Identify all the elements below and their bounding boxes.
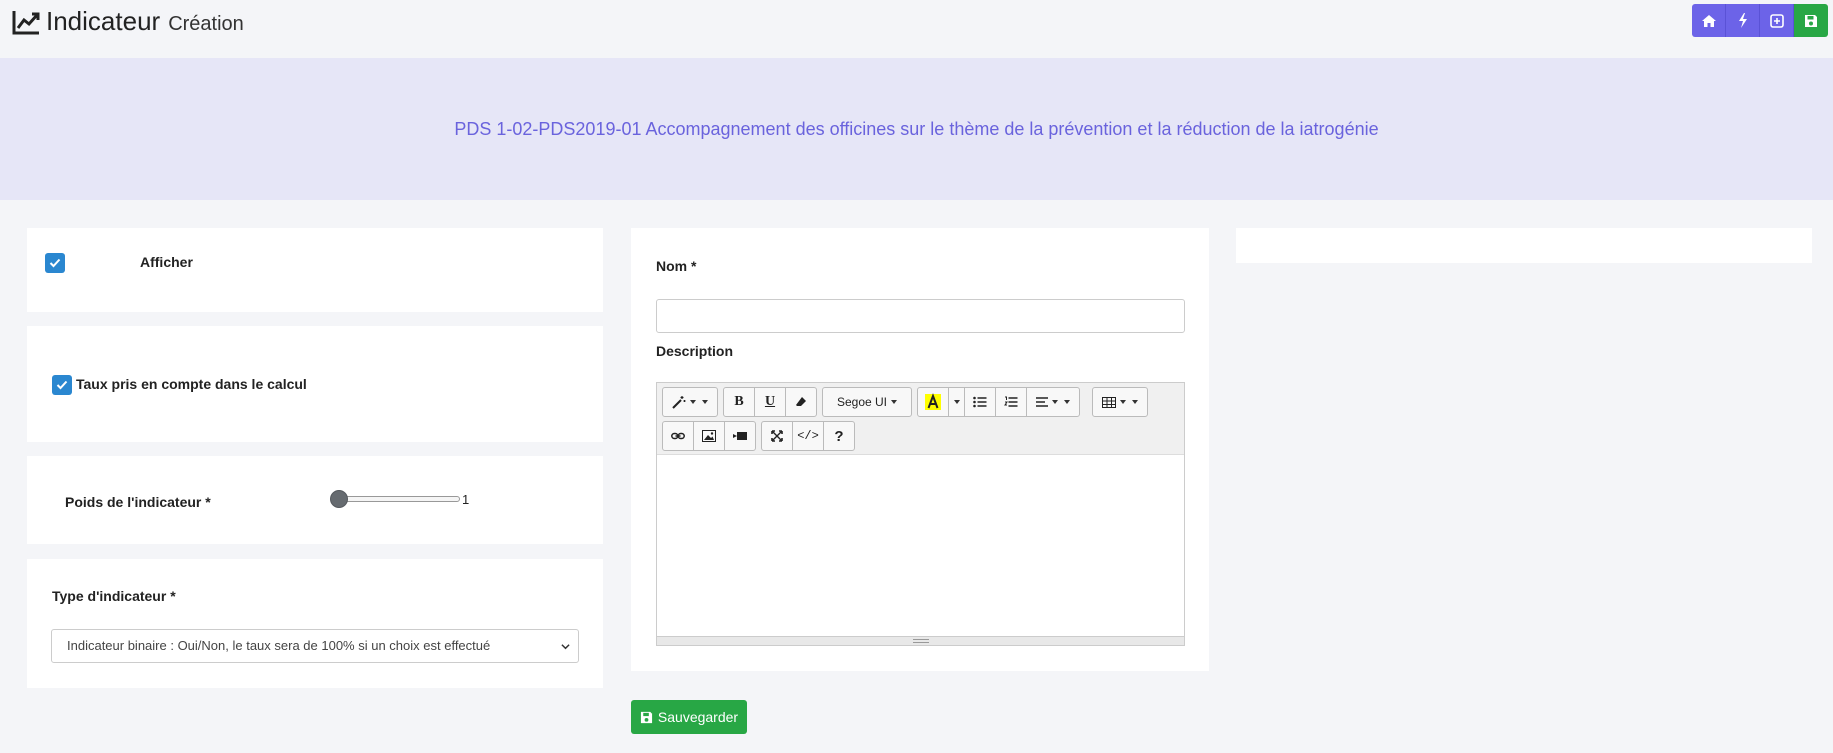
help-button[interactable]: ?: [823, 421, 855, 451]
header-toolbar: [1692, 4, 1828, 37]
home-button[interactable]: [1692, 4, 1726, 37]
afficher-checkbox[interactable]: [45, 253, 65, 273]
table-button[interactable]: [1092, 387, 1148, 417]
description-label: Description: [656, 343, 734, 359]
table-icon: [1102, 396, 1116, 408]
color-dropdown-button[interactable]: [948, 387, 965, 417]
save-icon: [1805, 14, 1817, 27]
plus-square-icon: [1769, 13, 1784, 28]
editor-resize-handle[interactable]: [657, 636, 1184, 645]
editor-content-area[interactable]: [657, 455, 1184, 635]
magic-wand-icon: [672, 396, 686, 409]
banner-text: PDS 1-02-PDS2019-01 Accompagnement des o…: [454, 118, 1379, 139]
editor-toolbar: B U Segoe UI </> ?: [657, 383, 1184, 455]
save-button[interactable]: Sauvegarder: [631, 700, 747, 734]
nom-input[interactable]: [656, 299, 1185, 333]
poids-slider-thumb[interactable]: [330, 490, 348, 508]
bolt-icon: [1738, 13, 1747, 28]
page-title: Indicateur Création: [12, 6, 244, 37]
view-group: </> ?: [761, 421, 855, 451]
afficher-label: Afficher: [140, 254, 193, 270]
page-title-sub: Création: [168, 13, 244, 35]
description-editor: B U Segoe UI </> ?: [656, 382, 1185, 646]
taux-card: Taux pris en compte dans le calcul: [27, 326, 603, 442]
check-icon: [49, 258, 61, 268]
text-color-button[interactable]: [917, 387, 949, 417]
add-button[interactable]: [1760, 4, 1794, 37]
afficher-card: Afficher: [27, 228, 603, 312]
type-select[interactable]: Indicateur binaire : Oui/Non, le taux se…: [51, 629, 579, 663]
clear-format-button[interactable]: [785, 387, 817, 417]
color-group: [917, 387, 1080, 417]
image-button[interactable]: [693, 421, 725, 451]
list-ul-icon: [973, 396, 987, 408]
style-button[interactable]: [662, 387, 718, 417]
top-bar: Indicateur Création: [0, 0, 1833, 58]
font-family-select[interactable]: Segoe UI: [822, 387, 912, 417]
poids-slider-track[interactable]: [336, 496, 460, 502]
ordered-list-button[interactable]: [995, 387, 1027, 417]
page-title-main: Indicateur: [46, 6, 161, 36]
taux-label: Taux pris en compte dans le calcul: [76, 376, 307, 392]
poids-label: Poids de l'indicateur *: [65, 494, 211, 510]
paragraph-align-button[interactable]: [1026, 387, 1080, 417]
save-icon: [640, 711, 652, 723]
chevron-down-icon: [561, 644, 570, 650]
link-button[interactable]: [662, 421, 694, 451]
image-icon: [702, 430, 716, 442]
type-label: Type d'indicateur *: [52, 588, 176, 604]
save-toolbar-button[interactable]: [1794, 4, 1828, 37]
chart-line-icon: [12, 10, 40, 34]
poids-card: Poids de l'indicateur * 1: [27, 456, 603, 544]
save-button-label: Sauvegarder: [657, 709, 739, 725]
poids-value: 1: [462, 492, 470, 507]
format-group: B U: [723, 387, 817, 417]
style-group: [662, 387, 718, 417]
underline-button[interactable]: U: [754, 387, 786, 417]
type-select-value: Indicateur binaire : Oui/Non, le taux se…: [67, 638, 491, 653]
insert-group: [662, 421, 756, 451]
eraser-icon: [796, 397, 806, 406]
bold-button[interactable]: B: [723, 387, 755, 417]
font-family-value: Segoe UI: [836, 395, 888, 409]
check-icon: [56, 380, 68, 390]
table-group: [1092, 387, 1148, 417]
font-group: Segoe UI: [822, 387, 912, 417]
highlight-a-icon: [925, 393, 941, 410]
link-icon: [671, 432, 685, 440]
video-button[interactable]: [724, 421, 756, 451]
bolt-button[interactable]: [1726, 4, 1760, 37]
fullscreen-button[interactable]: [761, 421, 793, 451]
video-icon: [733, 432, 747, 440]
context-banner: PDS 1-02-PDS2019-01 Accompagnement des o…: [0, 58, 1833, 200]
taux-checkbox[interactable]: [52, 375, 72, 395]
home-icon: [1701, 14, 1716, 27]
unordered-list-button[interactable]: [964, 387, 996, 417]
right-panel: [1236, 228, 1812, 263]
align-left-icon: [1036, 397, 1048, 407]
code-view-button[interactable]: </>: [792, 421, 824, 451]
expand-icon: [771, 430, 783, 442]
form-card: Nom * Description B U Segoe UI </> ?: [631, 228, 1209, 671]
list-ol-icon: [1004, 396, 1018, 407]
nom-label: Nom *: [656, 258, 697, 274]
type-card: Type d'indicateur * Indicateur binaire :…: [27, 559, 603, 688]
